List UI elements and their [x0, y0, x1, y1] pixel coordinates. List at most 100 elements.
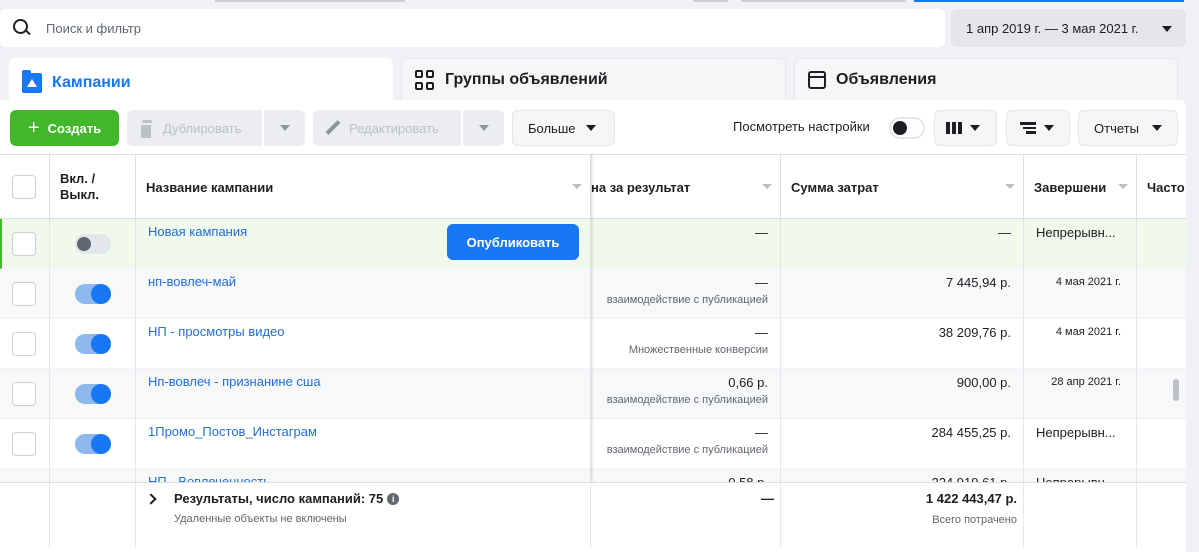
grid-icon	[415, 70, 435, 90]
end-date-value: 28 апр 2021 г.	[1051, 376, 1121, 388]
tab-ads[interactable]: Объявления	[794, 58, 1178, 102]
search-icon	[12, 18, 32, 38]
tab-ad-sets[interactable]: Группы объявлений	[401, 58, 786, 102]
summary-cell	[1024, 483, 1137, 548]
pencil-icon	[325, 120, 341, 136]
duplicate-icon	[139, 120, 155, 140]
table-cell	[0, 319, 50, 369]
info-icon[interactable]: i	[387, 492, 400, 505]
amount-spent-value: 7 445,94 р.	[945, 275, 1011, 290]
campaign-toggle[interactable]	[75, 234, 111, 254]
row-checkbox[interactable]	[12, 382, 36, 406]
table-cell: — Множественные конверсии	[591, 319, 781, 369]
chevron-down-icon	[279, 125, 290, 131]
duplicate-button[interactable]: Дублировать	[127, 110, 262, 146]
campaign-name-link[interactable]: Нп-вовлеч - признанине сша	[148, 374, 321, 389]
more-label: Больше	[528, 120, 576, 136]
campaign-name-link[interactable]: 1Промо_Постов_Инстаграм	[148, 424, 317, 439]
end-date-value: Непрерывн...	[1036, 425, 1116, 440]
cutoff-strip	[693, 0, 728, 2]
reports-button[interactable]: Отчеты	[1078, 110, 1178, 146]
table-cell: Непрерывн...	[1024, 219, 1137, 269]
table-cell: нп-вовлеч-май	[136, 269, 591, 319]
table-scrollbar[interactable]	[1173, 379, 1179, 401]
campaign-name-link[interactable]: нп-вовлеч-май	[148, 274, 236, 289]
header-amount-spent[interactable]: Сумма затрат	[781, 155, 1024, 219]
header-name-label: Название кампании	[146, 179, 274, 195]
result-type-label: Множественные конверсии	[628, 344, 768, 356]
table-cell: Нп-вовлеч - признанине сша	[136, 369, 591, 419]
table-cell: 38 209,76 р.	[781, 319, 1024, 369]
table-cell	[0, 419, 50, 469]
sort-icon	[1118, 184, 1128, 189]
summary-spent-sub: Всего потрачено	[932, 514, 1017, 526]
view-settings-toggle[interactable]	[889, 117, 925, 139]
table-cell: Непрерывн...	[1024, 419, 1137, 469]
table-cell: 7 445,94 р.	[781, 269, 1024, 319]
result-type-label: взаимодействие с публикацией	[606, 444, 768, 456]
table-cell: — взаимодействие с публикацией	[591, 419, 781, 469]
row-checkbox[interactable]	[12, 232, 36, 256]
amount-spent-value: 284 455,25 р.	[931, 425, 1011, 440]
campaign-toggle[interactable]	[75, 284, 111, 304]
table-cell	[0, 369, 50, 419]
select-all-cell	[0, 155, 50, 219]
duplicate-dropdown-button[interactable]	[263, 110, 305, 146]
header-ends-label: Завершени	[1034, 179, 1107, 195]
cost-per-result-value: —	[755, 225, 768, 240]
campaign-name-link[interactable]: НП - просмотры видео	[148, 324, 285, 339]
campaign-toggle[interactable]	[75, 334, 111, 354]
header-cost-per-result[interactable]: на за результат	[591, 155, 781, 219]
publish-button[interactable]: Опубликовать	[447, 224, 579, 260]
edit-button[interactable]: Редактировать	[313, 110, 461, 146]
cutoff-strip	[741, 0, 906, 2]
table-cell	[1137, 319, 1186, 369]
search-input[interactable]	[46, 20, 846, 36]
row-checkbox[interactable]	[12, 432, 36, 456]
chevron-down-icon	[1151, 125, 1162, 131]
amount-spent-value: 900,00 р.	[956, 375, 1011, 390]
chevron-down-icon	[1044, 125, 1054, 131]
table-cell	[50, 269, 136, 319]
columns-button[interactable]	[934, 110, 997, 146]
breakdown-button[interactable]	[1006, 110, 1070, 146]
campaign-toggle[interactable]	[75, 384, 111, 404]
row-checkbox[interactable]	[12, 282, 36, 306]
summary-cost-cell: —	[591, 483, 781, 548]
create-button[interactable]: + Создать	[10, 110, 119, 146]
header-toggle[interactable]: Вкл. / Выкл.	[50, 155, 136, 219]
sort-icon	[1005, 184, 1015, 189]
row-checkbox[interactable]	[12, 332, 36, 356]
select-all-checkbox[interactable]	[12, 175, 36, 199]
summary-title: Результаты, число кампаний: 75 i	[174, 491, 400, 506]
search-bar[interactable]	[0, 9, 945, 47]
table-cell: —	[591, 219, 781, 269]
table-cell	[50, 219, 136, 269]
cutoff-strip	[914, 0, 1184, 2]
result-type-label: взаимодействие с публикацией	[606, 394, 768, 406]
campaign-toggle[interactable]	[75, 434, 111, 454]
summary-spent-cell: 1 422 443,47 р. Всего потрачено	[781, 483, 1024, 548]
header-ends[interactable]: Завершени	[1024, 155, 1137, 219]
campaign-name-link[interactable]: Новая кампания	[148, 224, 247, 239]
summary-cell	[0, 483, 50, 548]
header-frequency[interactable]: Часто	[1137, 155, 1186, 219]
amount-spent-value: —	[998, 225, 1011, 240]
ad-window-icon	[808, 71, 826, 89]
date-range-picker[interactable]: 1 апр 2019 г. — 3 мая 2021 г.	[951, 9, 1186, 47]
tab-label: Объявления	[836, 71, 937, 88]
more-button[interactable]: Больше	[512, 110, 615, 146]
header-toggle-label: Вкл. / Выкл.	[60, 171, 100, 202]
header-campaign-name[interactable]: Название кампании	[136, 155, 591, 219]
duplicate-label: Дублировать	[163, 120, 242, 136]
edit-dropdown-button[interactable]	[462, 110, 504, 146]
date-range-label: 1 апр 2019 г. — 3 мая 2021 г.	[966, 20, 1139, 36]
table-cell	[1137, 269, 1186, 319]
end-date-value: 4 мая 2021 г.	[1055, 276, 1121, 288]
table-cell	[50, 319, 136, 369]
table-cell: Новая кампания Опубликовать	[136, 219, 591, 269]
chevron-down-icon	[1162, 26, 1172, 32]
summary-row: Результаты, число кампаний: 75 i Удаленн…	[0, 482, 1186, 548]
breakdown-icon	[1020, 122, 1036, 135]
view-settings-label: Посмотреть настройки	[733, 119, 870, 134]
